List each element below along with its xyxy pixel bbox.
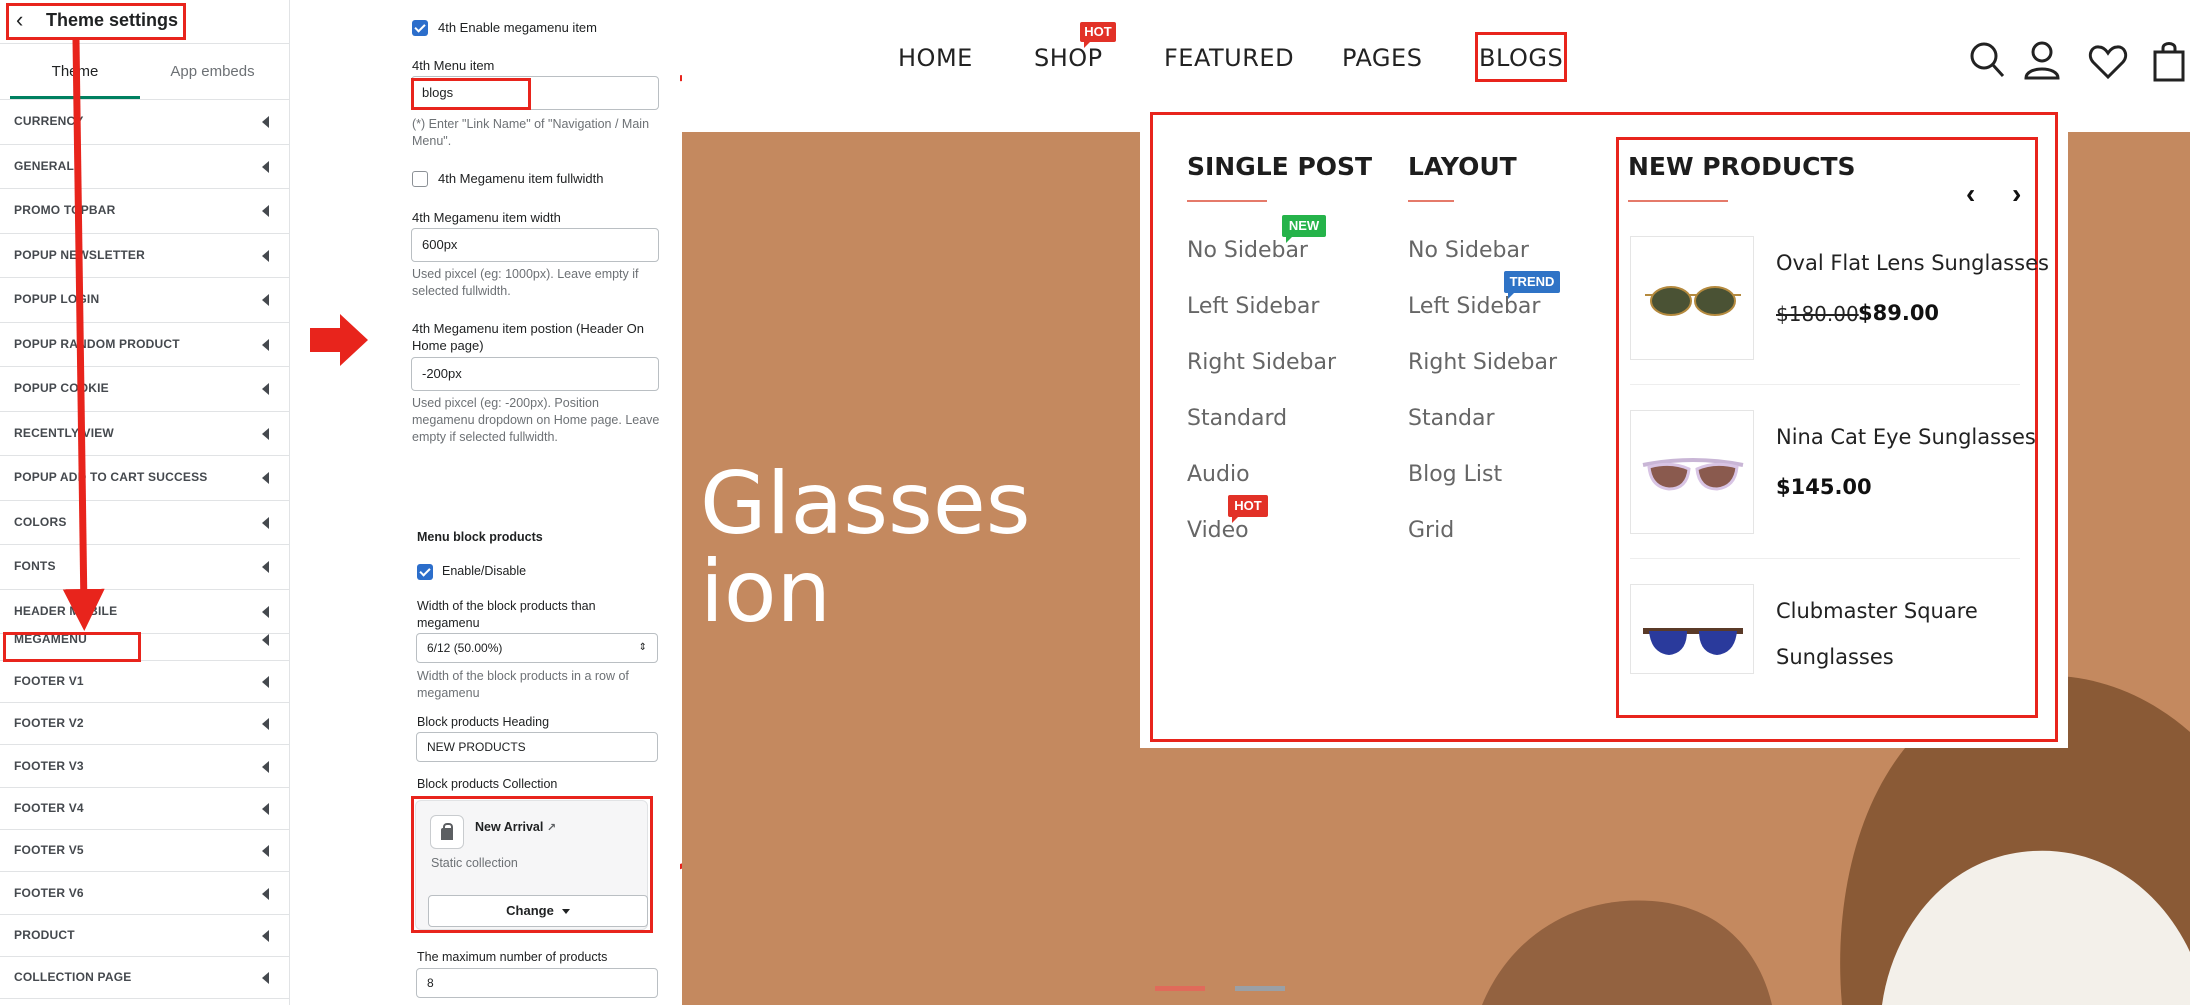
position-help: Used pixcel (eg: -200px). Position megam… xyxy=(412,396,660,444)
hero-line-1: Glasses xyxy=(700,454,1031,554)
sunglasses-image xyxy=(1643,628,1743,655)
fullwidth-label: 4th Megamenu item fullwidth xyxy=(438,171,604,186)
product-price: $89.00 xyxy=(1858,301,1940,325)
nav-home[interactable]: HOME xyxy=(898,44,973,72)
block-width-label: Width of the block products than megamen… xyxy=(417,599,596,630)
layout-underline xyxy=(1408,200,1454,202)
layout-heading: LAYOUT xyxy=(1408,152,1517,181)
carousel-prev-icon[interactable]: ‹ xyxy=(1966,178,1975,210)
product-divider xyxy=(1630,558,2020,559)
fullwidth-checkbox[interactable] xyxy=(412,171,428,187)
trend-badge: TREND xyxy=(1504,271,1560,299)
product-image[interactable] xyxy=(1630,236,1754,360)
enable-megamenu-label: 4th Enable megamenu item xyxy=(438,20,597,35)
new-badge: NEW xyxy=(1282,215,1326,243)
annotation-box-collection xyxy=(411,796,653,933)
position-input[interactable]: -200px xyxy=(411,357,659,391)
mega-link[interactable]: Grid xyxy=(1408,518,1454,543)
max-products-input[interactable]: 8 xyxy=(416,968,658,998)
menu-item-help: (*) Enter "Link Name" of "Navigation / M… xyxy=(412,117,650,148)
mega-link[interactable]: Right Sidebar xyxy=(1408,350,1557,375)
nav-pages[interactable]: PAGES xyxy=(1342,44,1422,72)
search-icon[interactable] xyxy=(1968,40,2008,80)
hero-line-2: ion xyxy=(700,542,832,642)
shop-hot-badge: HOT xyxy=(1080,22,1116,48)
mega-link[interactable]: Video xyxy=(1187,518,1249,543)
heart-icon[interactable] xyxy=(2088,44,2128,80)
block-width-help: Width of the block products in a row of … xyxy=(417,669,629,700)
product-name[interactable]: Oval Flat Lens Sunglasses xyxy=(1776,240,2049,286)
video-hot-badge: HOT xyxy=(1228,495,1268,523)
mega-link[interactable]: Blog List xyxy=(1408,462,1502,487)
slider-dot[interactable] xyxy=(1235,986,1285,991)
hero-heading: Glasses ion xyxy=(700,460,1031,636)
sunglasses-image xyxy=(1645,286,1741,316)
mega-link[interactable]: Standar xyxy=(1408,406,1495,431)
annotation-box-menu-item xyxy=(411,78,531,110)
enable-disable-checkbox[interactable] xyxy=(417,564,433,580)
account-icon[interactable] xyxy=(2022,40,2062,80)
new-products-heading: NEW PRODUCTS xyxy=(1628,152,1856,181)
carousel-next-icon[interactable]: › xyxy=(2012,178,2021,210)
mega-link[interactable]: Left Sidebar xyxy=(1187,294,1319,319)
annotation-box-blogs xyxy=(1475,32,1567,82)
heading-label: Block products Heading xyxy=(417,715,550,729)
product-name[interactable]: Nina Cat Eye Sunglasses xyxy=(1776,414,2036,460)
block-width-value: 6/12 (50.00%) xyxy=(427,641,503,655)
nav-featured[interactable]: FEATURED xyxy=(1164,44,1294,72)
arrow-to-settings xyxy=(310,314,368,366)
mega-link[interactable]: Standard xyxy=(1187,406,1287,431)
product-name-line-1[interactable]: Clubmaster Square xyxy=(1776,588,1978,634)
bag-icon[interactable] xyxy=(2152,40,2186,82)
max-products-label: The maximum number of products xyxy=(417,950,608,964)
product-divider xyxy=(1630,384,2020,385)
block-title: Menu block products xyxy=(417,530,543,544)
product-name-line-2[interactable]: Sunglasses xyxy=(1776,634,1894,680)
slider-dot-active[interactable] xyxy=(1155,986,1205,991)
width-label: 4th Megamenu item width xyxy=(412,210,561,225)
block-width-select[interactable]: 6/12 (50.00%) ⇕ xyxy=(416,633,658,663)
new-products-underline xyxy=(1628,200,1728,202)
collection-label: Block products Collection xyxy=(417,777,558,791)
position-label: 4th Megamenu item postion (Header On Hom… xyxy=(412,321,644,353)
mega-link[interactable]: No Sidebar xyxy=(1408,238,1529,263)
product-image[interactable] xyxy=(1630,410,1754,534)
enable-megamenu-checkbox[interactable] xyxy=(412,20,428,36)
product-price: $145.00 xyxy=(1776,475,1872,499)
nav-shop[interactable]: SHOP xyxy=(1034,44,1103,72)
select-arrows-icon: ⇕ xyxy=(638,642,647,653)
width-help: Used pixcel (eg: 1000px). Leave empty if… xyxy=(412,267,639,298)
heading-input[interactable]: NEW PRODUCTS xyxy=(416,732,658,762)
product-image[interactable] xyxy=(1630,584,1754,674)
width-input[interactable]: 600px xyxy=(411,228,659,262)
mega-link[interactable]: Left Sidebar xyxy=(1408,294,1540,319)
mega-link[interactable]: Audio xyxy=(1187,462,1250,487)
enable-disable-label: Enable/Disable xyxy=(442,564,527,578)
mega-link[interactable]: Right Sidebar xyxy=(1187,350,1336,375)
menu-item-label: 4th Menu item xyxy=(412,58,495,73)
single-post-underline xyxy=(1187,200,1267,202)
product-old-price: $180.00 xyxy=(1776,302,1859,326)
arrow-to-megamenu xyxy=(62,39,105,631)
sunglasses-image xyxy=(1642,458,1744,491)
single-post-heading: SINGLE POST xyxy=(1187,152,1373,181)
